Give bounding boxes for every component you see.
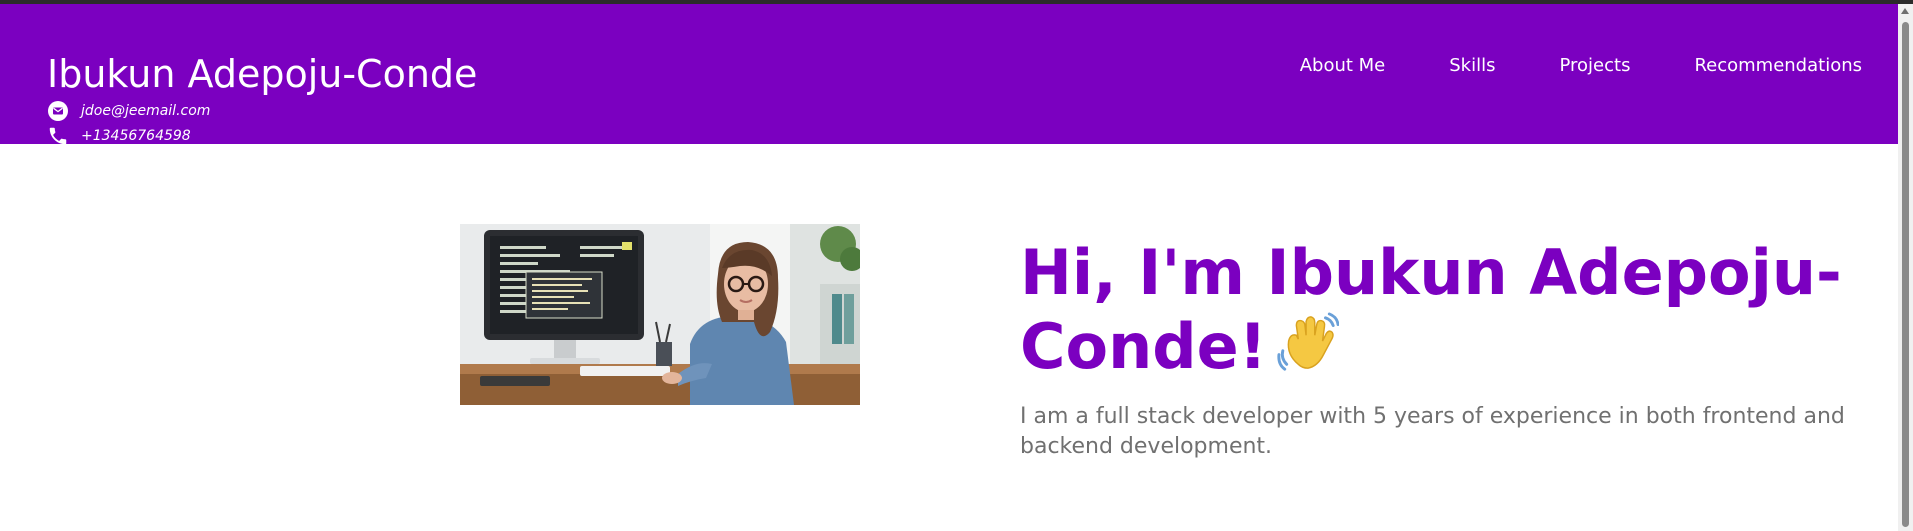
hero-title: Hi, I'm Ibukun Adepoju-Conde! [1020,236,1880,390]
nav-recommendations[interactable]: Recommendations [1694,52,1862,80]
page-scrollbar[interactable] [1898,4,1913,531]
phone-icon [47,125,69,147]
page-viewport: Ibukun Adepoju-Conde jdoe@jeemail.com +1… [0,4,1898,531]
phone-text: +13456764598 [81,128,191,144]
nav-projects[interactable]: Projects [1559,52,1630,80]
contact-phone[interactable]: +13456764598 [47,125,191,147]
main-nav: About Me Skills Projects Recommendations [1236,52,1862,80]
contact-email[interactable]: jdoe@jeemail.com [47,100,210,122]
scrollbar-thumb[interactable] [1902,22,1909,527]
site-header: Ibukun Adepoju-Conde jdoe@jeemail.com +1… [0,4,1898,147]
nav-skills[interactable]: Skills [1449,52,1495,80]
nav-about-me[interactable]: About Me [1300,52,1386,80]
waving-hand-icon [1277,312,1340,390]
email-text: jdoe@jeemail.com [81,103,211,119]
envelope-icon [47,100,69,122]
hero-title-text: Hi, I'm Ibukun Adepoju-Conde! [1020,236,1842,383]
developer-photo-illustration [460,224,860,405]
site-name: Ibukun Adepoju-Conde [47,52,478,96]
scroll-up-arrow-icon[interactable] [1901,8,1909,14]
hero-description: I am a full stack developer with 5 years… [1020,404,1845,459]
developer-photo [460,224,860,405]
